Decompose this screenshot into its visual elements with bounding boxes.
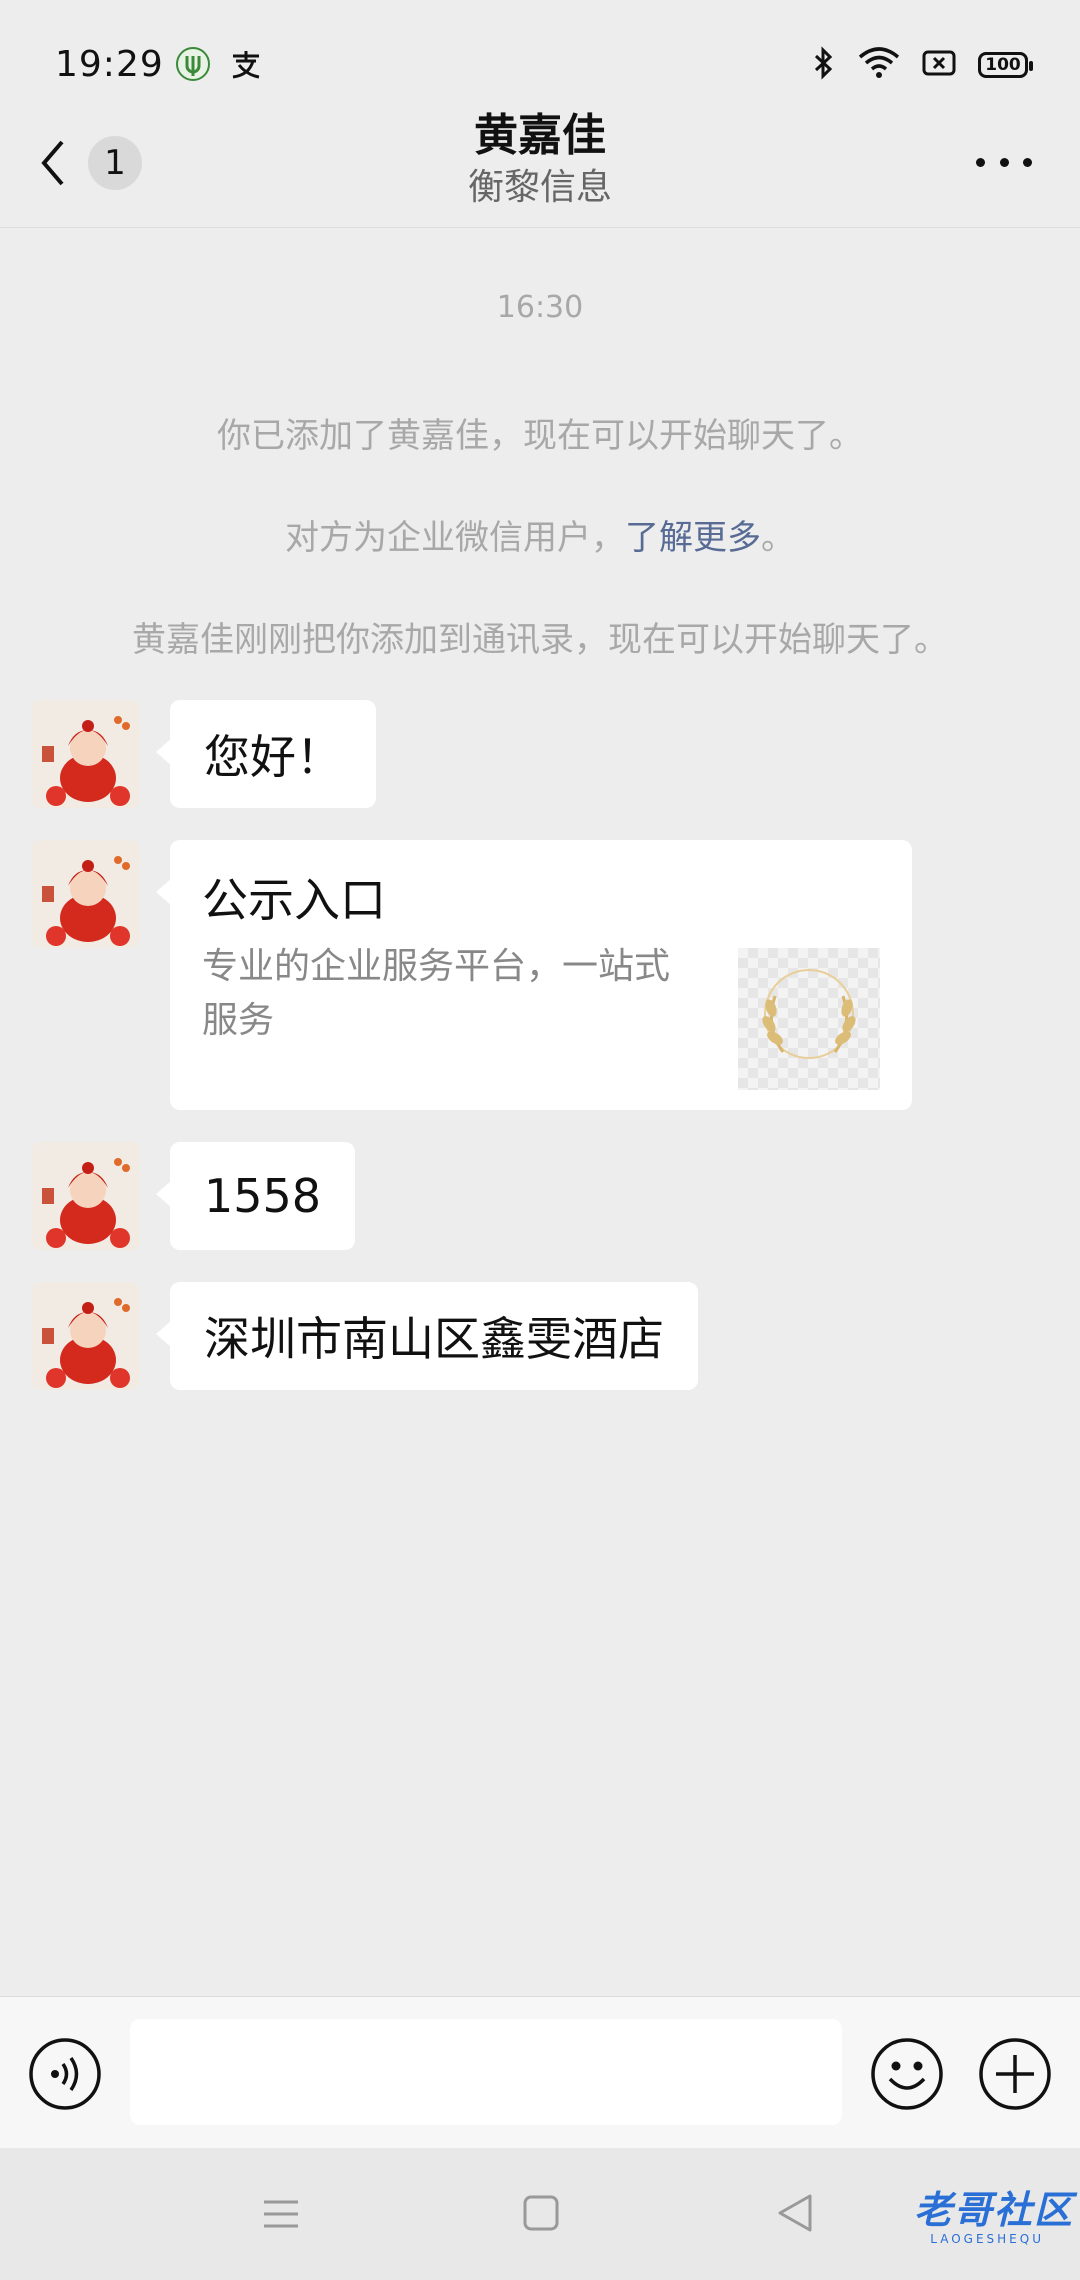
message-input[interactable] xyxy=(130,2019,842,2125)
card-thumbnail xyxy=(738,948,880,1090)
wifi-icon xyxy=(858,47,900,83)
voice-icon xyxy=(28,2038,102,2115)
system-navigation-bar: 老哥社区 LAOGESHEQU xyxy=(0,2148,1080,2280)
dot xyxy=(999,157,1009,167)
triangle-back-icon xyxy=(776,2194,814,2238)
home-button[interactable] xyxy=(522,2194,560,2232)
plus-circle-icon xyxy=(978,2038,1052,2115)
watermark-subtext: LAOGESHEQU xyxy=(930,2232,1044,2246)
smiley-icon xyxy=(870,2038,944,2115)
message-row: 深圳市南山区鑫雯酒店 xyxy=(32,1282,698,1390)
header-title-block: 黄嘉佳 衡黎信息 xyxy=(0,108,1080,212)
contact-avatar[interactable] xyxy=(32,700,140,808)
message-bubble[interactable]: 您好！ xyxy=(156,700,376,808)
chat-input-bar xyxy=(0,1996,1080,2148)
more-options-button[interactable] xyxy=(976,152,1032,172)
learn-more-link[interactable]: 了解更多 xyxy=(625,518,761,558)
battery-icon: 100 xyxy=(978,52,1033,78)
voice-input-button[interactable] xyxy=(28,2037,102,2111)
dot xyxy=(1023,157,1032,167)
chat-screen: 19:29 100 1 黄嘉佳 衡黎信息 16:30 你已添加了黄嘉佳，现在可以… xyxy=(0,0,1080,2280)
contact-avatar[interactable] xyxy=(32,1142,140,1250)
watermark-logo: 老哥社区 LAOGESHEQU xyxy=(842,2182,1074,2252)
emoji-button[interactable] xyxy=(870,2037,944,2111)
more-functions-button[interactable] xyxy=(978,2037,1052,2111)
card-description: 专业的企业服务平台，一站式服务 xyxy=(202,946,671,1041)
contact-company: 衡黎信息 xyxy=(467,167,612,208)
alipay-icon xyxy=(229,47,263,85)
square-icon xyxy=(522,2195,560,2236)
bluetooth-icon xyxy=(812,46,836,84)
link-card-message[interactable]: 公示入口 专业的企业服务平台，一站式服务 xyxy=(156,840,912,1110)
app-notification-icon xyxy=(175,46,211,86)
message-bubble[interactable]: 1558 xyxy=(155,1142,356,1250)
status-time: 19:29 xyxy=(55,44,164,85)
message-row: 1558 xyxy=(32,1142,356,1250)
system-message-enterprise: 对方为企业微信用户，了解更多。 xyxy=(0,510,1080,559)
sim-icon xyxy=(922,49,956,81)
laurel-wreath-icon xyxy=(749,962,869,1076)
contact-avatar[interactable] xyxy=(32,840,140,948)
system-back-button[interactable] xyxy=(776,2192,814,2234)
recent-apps-button[interactable] xyxy=(262,2196,300,2232)
menu-icon xyxy=(262,2200,300,2236)
message-row: 公示入口 专业的企业服务平台，一站式服务 xyxy=(32,840,912,1110)
notification-icons xyxy=(175,46,263,86)
card-title: 公示入口 xyxy=(202,873,386,927)
contact-name: 黄嘉佳 xyxy=(474,110,606,161)
dot xyxy=(976,157,985,167)
chat-header: 1 黄嘉佳 衡黎信息 xyxy=(0,100,1080,228)
message-row: 您好！ xyxy=(32,700,376,808)
system-icons: 100 xyxy=(812,46,1033,84)
enterprise-notice-text: 对方为企业微信用户， xyxy=(285,518,625,558)
message-bubble[interactable]: 深圳市南山区鑫雯酒店 xyxy=(156,1282,698,1390)
contact-avatar[interactable] xyxy=(32,1282,140,1390)
enterprise-notice-end: 。 xyxy=(761,518,795,558)
watermark-text: 老哥社区 xyxy=(913,2188,1074,2232)
system-message-contact-added: 黄嘉佳刚刚把你添加到通讯录，现在可以开始聊天了。 xyxy=(132,620,948,660)
message-timestamp: 16:30 xyxy=(496,290,584,325)
system-message-added: 你已添加了黄嘉佳，现在可以开始聊天了。 xyxy=(217,416,863,456)
